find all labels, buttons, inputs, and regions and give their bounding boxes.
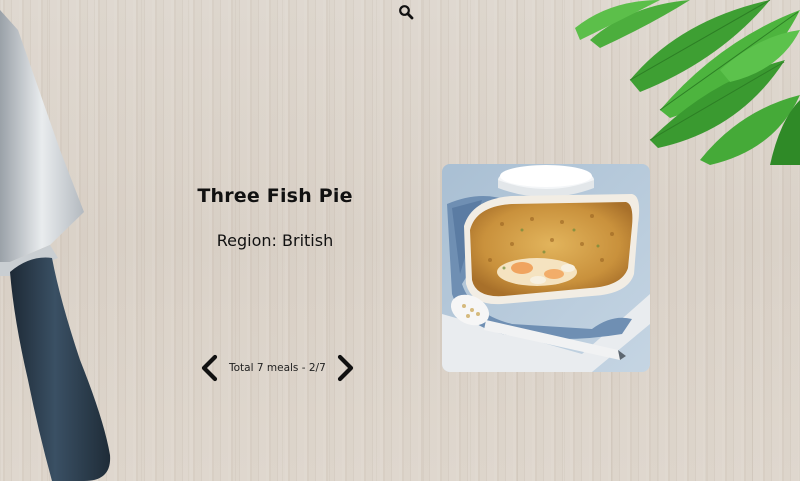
- meal-info: Three Fish Pie Region: British: [175, 185, 375, 250]
- next-button[interactable]: [335, 353, 357, 383]
- chevron-left-icon: [201, 354, 218, 382]
- meal-region: Region: British: [216, 231, 334, 250]
- three-fish-pie-photo: [442, 164, 650, 372]
- herbs-image: [575, 0, 800, 165]
- prev-button[interactable]: [198, 353, 220, 383]
- knife-image: [0, 10, 111, 481]
- search-icon[interactable]: [398, 4, 414, 20]
- chevron-right-icon: [337, 354, 353, 382]
- meal-pager: Total 7 meals - 2/7: [198, 353, 357, 383]
- meal-title: Three Fish Pie: [197, 185, 353, 207]
- pager-status: Total 7 meals - 2/7: [229, 362, 326, 374]
- meal-photo: [442, 164, 650, 372]
